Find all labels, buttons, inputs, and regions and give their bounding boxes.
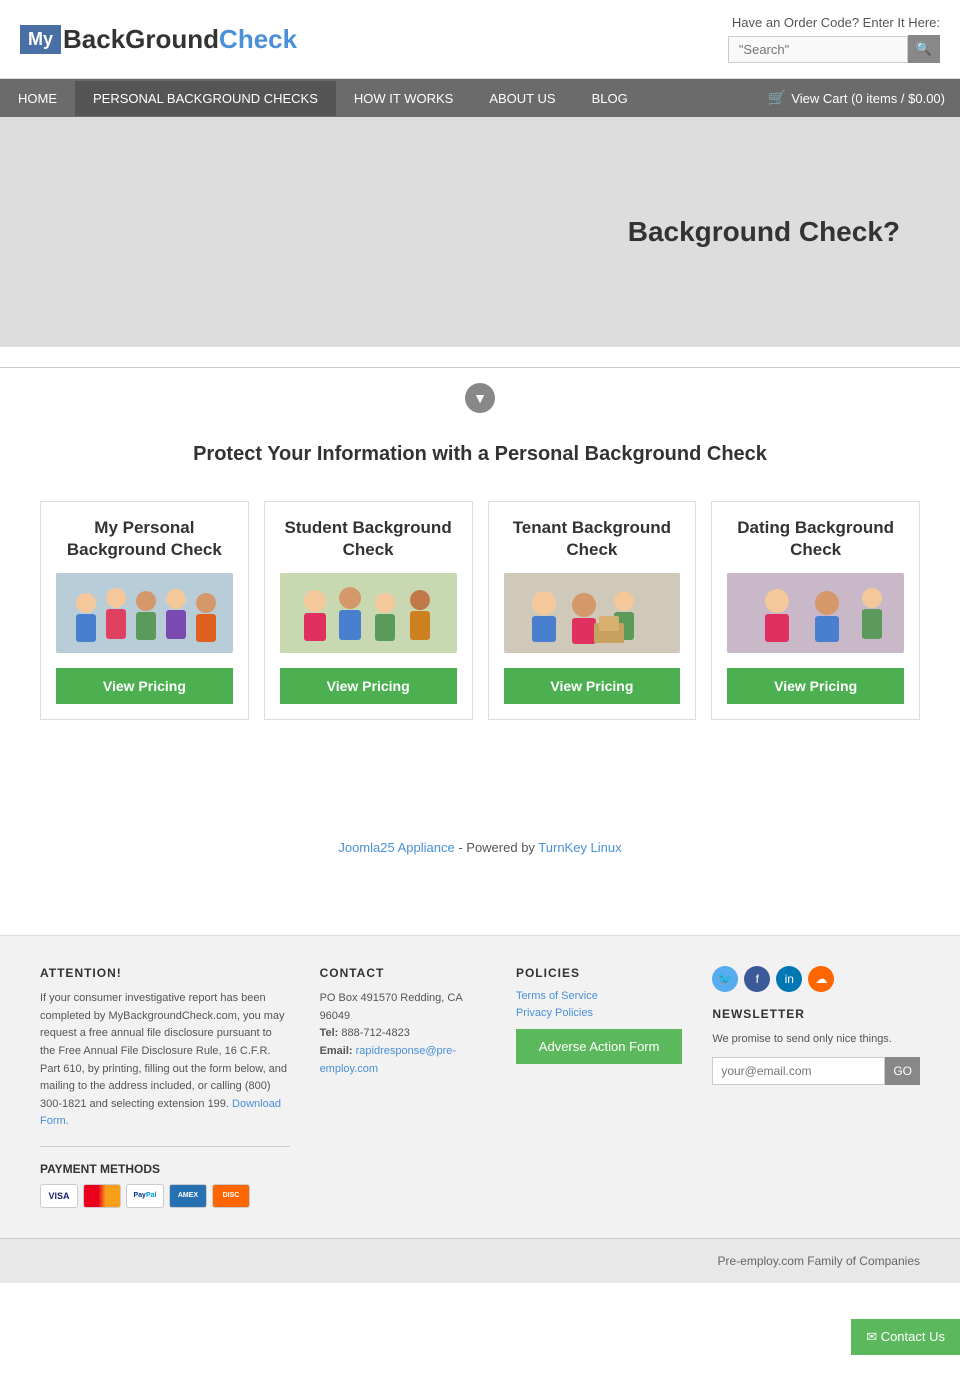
card-student: Student Background Check xyxy=(264,501,473,720)
down-arrow-icon: ▼ xyxy=(465,383,495,413)
discover-icon: DISC xyxy=(212,1184,250,1208)
footer-policies-col: POLICIES Terms of Service Privacy Polici… xyxy=(516,966,682,1208)
cart-area[interactable]: 🛒 View Cart (0 items / $0.00) xyxy=(753,79,960,117)
search-bar: 🔍 xyxy=(728,35,940,63)
footer-newsletter-col: 🐦 f in ☁ NEWSLETTER We promise to send o… xyxy=(712,966,920,1208)
powered-by: Joomla25 Appliance - Powered by TurnKey … xyxy=(0,820,960,875)
contact-us-floating-btn[interactable]: ✉ Contact Us xyxy=(851,1319,960,1355)
card-title-1: My Personal Background Check xyxy=(56,517,233,561)
amex-icon: AMEX xyxy=(169,1184,207,1208)
card-image-1 xyxy=(56,573,233,653)
paypal-icon: PayPal xyxy=(126,1184,164,1208)
people-image-2 xyxy=(280,573,457,653)
policies-heading: POLICIES xyxy=(516,966,682,980)
header-right: Have an Order Code? Enter It Here: 🔍 xyxy=(728,15,940,63)
card-image-4 xyxy=(727,573,904,653)
logo: My BackGroundCheck xyxy=(20,24,297,55)
very-bottom: Pre-employ.com Family of Companies xyxy=(0,1238,960,1283)
card-image-3 xyxy=(504,573,681,653)
payment-heading: PAYMENT METHODS xyxy=(40,1162,290,1176)
nav-how-it-works[interactable]: HOW IT WORKS xyxy=(336,81,471,116)
section-title: Protect Your Information with a Personal… xyxy=(40,433,920,476)
powered-by-text: - Powered by xyxy=(458,840,538,855)
hero: Background Check? xyxy=(0,117,960,347)
newsletter-heading: NEWSLETTER xyxy=(712,1007,920,1021)
nav: HOME PERSONAL BACKGROUND CHECKS HOW IT W… xyxy=(0,79,960,117)
terms-of-service-link[interactable]: Terms of Service xyxy=(516,990,682,1002)
privacy-policies-link[interactable]: Privacy Policies xyxy=(516,1007,682,1019)
newsletter-submit-btn[interactable]: GO xyxy=(885,1057,920,1085)
cart-icon: 🛒 xyxy=(768,89,787,107)
divider-area: ▼ xyxy=(0,347,960,423)
card-title-4: Dating Background Check xyxy=(727,517,904,561)
card-dating: Dating Background Check View Pricing xyxy=(711,501,920,720)
nav-personal-bg-checks[interactable]: PERSONAL BACKGROUND CHECKS xyxy=(75,81,336,116)
people-image-1 xyxy=(56,573,233,653)
card-my-personal: My Personal Background Check xyxy=(40,501,249,720)
footer: ATTENTION! If your consumer investigativ… xyxy=(0,935,960,1238)
newsletter-email-input[interactable] xyxy=(712,1057,885,1085)
order-code-label: Have an Order Code? Enter It Here: xyxy=(728,15,940,30)
nav-about-us[interactable]: ABOUT US xyxy=(471,81,573,116)
newsletter-form: GO xyxy=(712,1057,920,1085)
search-button[interactable]: 🔍 xyxy=(908,35,940,63)
view-pricing-btn-3[interactable]: View Pricing xyxy=(504,668,681,704)
view-pricing-btn-4[interactable]: View Pricing xyxy=(727,668,904,704)
view-pricing-btn-1[interactable]: View Pricing xyxy=(56,668,233,704)
linkedin-icon[interactable]: in xyxy=(776,966,802,992)
very-bottom-text: Pre-employ.com Family of Companies xyxy=(717,1254,920,1268)
people-image-3 xyxy=(504,573,681,653)
main-section: Protect Your Information with a Personal… xyxy=(0,423,960,760)
footer-grid: ATTENTION! If your consumer investigativ… xyxy=(40,966,920,1208)
card-image-2 xyxy=(280,573,457,653)
powered-by-turnkey[interactable]: TurnKey Linux xyxy=(538,840,621,855)
nav-home[interactable]: HOME xyxy=(0,81,75,116)
footer-attention-col: ATTENTION! If your consumer investigativ… xyxy=(40,966,290,1208)
adverse-action-btn[interactable]: Adverse Action Form xyxy=(516,1029,682,1064)
policies-links: Terms of Service Privacy Policies xyxy=(516,990,682,1019)
rss-icon[interactable]: ☁ xyxy=(808,966,834,992)
attention-text: If your consumer investigative report ha… xyxy=(40,990,290,1131)
search-input[interactable] xyxy=(728,36,908,63)
header: My BackGroundCheck Have an Order Code? E… xyxy=(0,0,960,79)
payment-icons: VISA PayPal AMEX DISC xyxy=(40,1184,290,1208)
card-tenant: Tenant Background Check xyxy=(488,501,697,720)
nav-left: HOME PERSONAL BACKGROUND CHECKS HOW IT W… xyxy=(0,81,646,116)
attention-heading: ATTENTION! xyxy=(40,966,290,980)
logo-brand: BackGroundCheck xyxy=(63,24,297,55)
newsletter-text: We promise to send only nice things. xyxy=(712,1031,920,1049)
cards-container: My Personal Background Check xyxy=(40,501,920,720)
social-icons: 🐦 f in ☁ xyxy=(712,966,920,992)
contact-info: PO Box 491570 Redding, CA 96049 Tel: 888… xyxy=(320,990,486,1078)
nav-blog[interactable]: BLOG xyxy=(574,81,646,116)
facebook-icon[interactable]: f xyxy=(744,966,770,992)
footer-contact-col: CONTACT PO Box 491570 Redding, CA 96049 … xyxy=(320,966,486,1208)
mastercard-icon xyxy=(83,1184,121,1208)
visa-icon: VISA xyxy=(40,1184,78,1208)
logo-my: My xyxy=(20,25,61,54)
cart-label: View Cart (0 items / $0.00) xyxy=(791,91,945,106)
hero-text: Background Check? xyxy=(628,216,900,248)
twitter-icon[interactable]: 🐦 xyxy=(712,966,738,992)
view-pricing-btn-2[interactable]: View Pricing xyxy=(280,668,457,704)
powered-by-joomla[interactable]: Joomla25 Appliance xyxy=(338,840,454,855)
card-title-3: Tenant Background Check xyxy=(504,517,681,561)
card-title-2: Student Background Check xyxy=(280,517,457,561)
contact-heading: CONTACT xyxy=(320,966,486,980)
people-image-4 xyxy=(727,573,904,653)
